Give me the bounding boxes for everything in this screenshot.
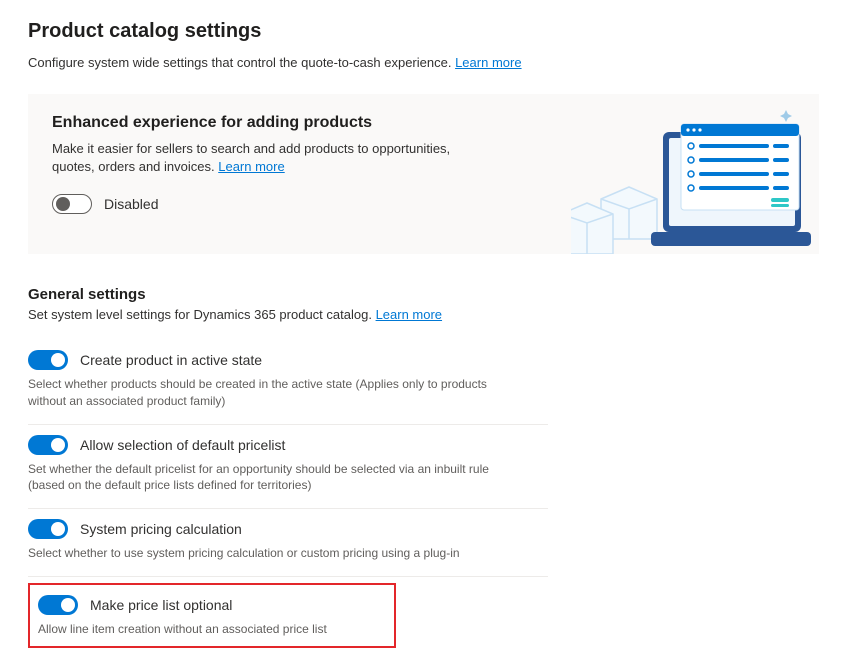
allow-default-pricelist-help: Set whether the default pricelist for an… bbox=[28, 461, 528, 495]
general-settings-description: Set system level settings for Dynamics 3… bbox=[28, 307, 819, 322]
hero-description: Make it easier for sellers to search and… bbox=[52, 140, 452, 176]
setting-make-pricelist-optional: Make price list optional Allow line item… bbox=[38, 589, 386, 638]
page-learn-more-link[interactable]: Learn more bbox=[455, 55, 521, 70]
make-pricelist-optional-toggle[interactable] bbox=[38, 595, 78, 615]
create-product-active-toggle[interactable] bbox=[28, 350, 68, 370]
create-product-active-label: Create product in active state bbox=[80, 352, 262, 368]
enhanced-experience-toggle-status: Disabled bbox=[104, 196, 158, 212]
setting-create-product-active: Create product in active state Select wh… bbox=[28, 340, 548, 425]
allow-default-pricelist-toggle[interactable] bbox=[28, 435, 68, 455]
hero-illustration bbox=[571, 104, 811, 254]
page-title: Product catalog settings bbox=[28, 20, 819, 43]
general-learn-more-link[interactable]: Learn more bbox=[376, 307, 442, 322]
highlighted-setting-box: Make price list optional Allow line item… bbox=[28, 583, 396, 648]
enhanced-experience-card: Enhanced experience for adding products … bbox=[28, 94, 819, 254]
make-pricelist-optional-help: Allow line item creation without an asso… bbox=[38, 621, 386, 638]
enhanced-experience-toggle[interactable] bbox=[52, 194, 92, 214]
page-description: Configure system wide settings that cont… bbox=[28, 55, 819, 70]
system-pricing-toggle[interactable] bbox=[28, 519, 68, 539]
general-settings-section: General settings Set system level settin… bbox=[28, 286, 819, 648]
make-pricelist-optional-label: Make price list optional bbox=[90, 597, 232, 613]
setting-system-pricing: System pricing calculation Select whethe… bbox=[28, 509, 548, 577]
general-settings-description-text: Set system level settings for Dynamics 3… bbox=[28, 307, 372, 322]
page-description-text: Configure system wide settings that cont… bbox=[28, 55, 451, 70]
system-pricing-label: System pricing calculation bbox=[80, 521, 242, 537]
setting-allow-default-pricelist: Allow selection of default pricelist Set… bbox=[28, 425, 548, 510]
allow-default-pricelist-label: Allow selection of default pricelist bbox=[80, 437, 285, 453]
general-settings-title: General settings bbox=[28, 286, 819, 303]
create-product-active-help: Select whether products should be create… bbox=[28, 376, 528, 410]
system-pricing-help: Select whether to use system pricing cal… bbox=[28, 545, 528, 562]
hero-learn-more-link[interactable]: Learn more bbox=[218, 159, 284, 174]
